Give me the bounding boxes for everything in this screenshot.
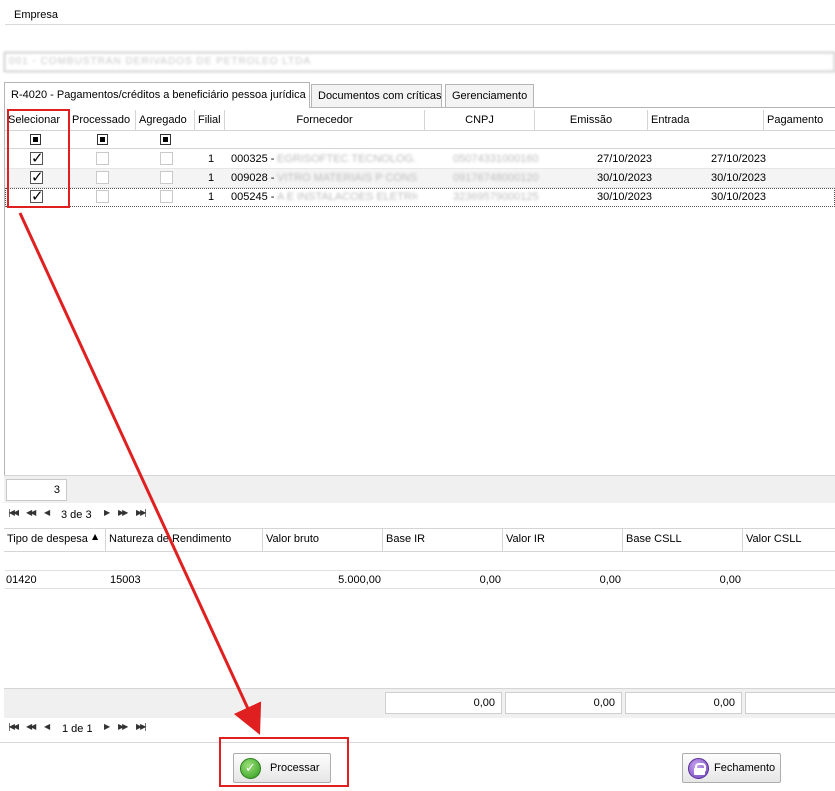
base-ir-cell: 0,00 [479,574,501,586]
agregado-checkbox[interactable] [160,152,173,165]
agregado-checkbox[interactable] [160,190,173,203]
empresa-label: Empresa [14,9,59,21]
fechamento-button-label: Fechamento [714,762,776,774]
total-valor-ir: 0,00 [505,692,622,714]
prev-record-icon[interactable]: ◀ [44,722,50,731]
processado-checkbox[interactable] [96,152,109,165]
detail-navigator: |◀◀ ◀◀ ◀ 1 de 1 ▶ ▶▶ ▶▶| [4,720,835,738]
first-page-icon[interactable]: |◀◀ [8,722,19,731]
grid-footer [4,475,835,503]
lock-icon [688,758,709,779]
tab-gerenciamento[interactable]: Gerenciamento [445,84,534,107]
tipo-despesa-cell: 01420 [6,574,37,586]
tab-documentos-criticas[interactable]: Documentos com críticas [311,84,442,107]
prev-record-icon[interactable]: ◀ [44,508,50,517]
col-header-natureza-rendimento[interactable]: Natureza de Rendimento [106,529,263,551]
select-all-processado-checkbox[interactable] [97,134,108,145]
tab-r4020[interactable]: R-4020 - Pagamentos/créditos a beneficiá… [4,82,310,108]
valor-bruto-cell: 5.000,00 [338,574,381,586]
valor-ir-cell: 0,00 [599,574,621,586]
filial-cell: 1 [208,153,215,165]
col-header-tipo-despesa[interactable]: Tipo de despesa ▲ [4,529,106,551]
cnpj-cell: 09176748000120 [453,172,539,184]
total-valor-csll [745,692,835,714]
fornecedor-code-cell: 009028 - [231,172,275,184]
col-header-cnpj[interactable]: CNPJ [425,110,535,131]
processado-checkbox[interactable] [96,190,109,203]
table-row[interactable]: 01420 15003 5.000,00 0,00 0,00 0,00 [5,570,835,589]
next-page-icon[interactable]: ▶▶ [118,722,128,731]
annotation-highlight-selecionar [7,109,70,208]
filial-cell: 1 [208,191,215,203]
empresa-field[interactable]: 001 - COMBUSTRAN DERIVADOS DE PETROLEO L… [4,52,835,72]
natureza-cell: 15003 [110,574,141,586]
filial-cell: 1 [208,172,215,184]
grid-navigator: |◀◀ ◀◀ ◀ 3 de 3 ▶ ▶▶ ▶▶| [4,506,835,524]
divider [4,551,835,552]
select-all-agregado-checkbox[interactable] [160,134,171,145]
emissao-cell: 30/10/2023 [597,172,653,184]
fornecedor-name-cell: EGRISOFTEC TECNOLOG... [277,153,417,165]
emissao-cell: 30/10/2023 [597,191,653,203]
cnpj-cell: 32369579000125 [453,191,539,203]
divider [5,24,835,25]
fornecedor-name-cell: A E INSTALACOES ELETRIC... [277,191,417,203]
sort-asc-icon: ▲ [92,532,99,541]
fornecedor-name-cell: VITRO MATERIAIS P CONS... [277,172,417,184]
detail-nav-position: 1 de 1 [62,723,93,735]
col-header-tipo-despesa-label: Tipo de despesa [7,533,88,545]
prev-page-icon[interactable]: ◀◀ [26,508,36,517]
filter-row [5,131,835,149]
last-page-icon[interactable]: ▶▶| [136,508,147,517]
col-header-valor-bruto[interactable]: Valor bruto [263,529,383,551]
col-header-agregado[interactable]: Agregado [136,110,195,131]
entrada-cell: 30/10/2023 [711,191,767,203]
col-header-fornecedor[interactable]: Fornecedor [225,110,425,131]
next-record-icon[interactable]: ▶ [104,722,110,731]
agregado-checkbox[interactable] [160,171,173,184]
col-header-base-csll[interactable]: Base CSLL [623,529,743,551]
fornecedor-code-cell: 000325 - [231,153,275,165]
next-record-icon[interactable]: ▶ [104,508,110,517]
col-header-filial[interactable]: Filial [195,110,225,131]
col-header-valor-ir[interactable]: Valor IR [503,529,623,551]
col-header-emissao[interactable]: Emissão [535,110,648,131]
total-base-csll: 0,00 [625,692,742,714]
processado-checkbox[interactable] [96,171,109,184]
divider [0,742,835,743]
table-row[interactable]: 1 000325 - EGRISOFTEC TECNOLOG... 050743… [5,149,835,169]
fechamento-button[interactable]: Fechamento [682,753,781,783]
cnpj-cell: 05074331000160 [453,153,539,165]
first-page-icon[interactable]: |◀◀ [8,508,19,517]
entrada-cell: 30/10/2023 [711,172,767,184]
prev-page-icon[interactable]: ◀◀ [26,722,36,731]
col-header-pagamento[interactable]: Pagamento [764,110,835,131]
entrada-cell: 27/10/2023 [711,153,767,165]
table-row[interactable]: 1 009028 - VITRO MATERIAIS P CONS... 091… [5,168,835,188]
fornecedor-code-cell: 005245 - [231,191,275,203]
next-page-icon[interactable]: ▶▶ [118,508,128,517]
grid-nav-position: 3 de 3 [61,509,92,521]
col-header-base-ir[interactable]: Base IR [383,529,503,551]
table-row[interactable]: 1 005245 - A E INSTALACOES ELETRIC... 32… [5,187,835,207]
base-csll-cell: 0,00 [719,574,741,586]
col-header-valor-csll[interactable]: Valor CSLL [743,529,835,551]
col-header-entrada[interactable]: Entrada [648,110,764,131]
emissao-cell: 27/10/2023 [597,153,653,165]
row-count-field: 3 [6,479,67,501]
last-page-icon[interactable]: ▶▶| [136,722,147,731]
total-base-ir: 0,00 [385,692,502,714]
col-header-processado[interactable]: Processado [69,110,136,131]
annotation-highlight-processar [219,737,349,787]
